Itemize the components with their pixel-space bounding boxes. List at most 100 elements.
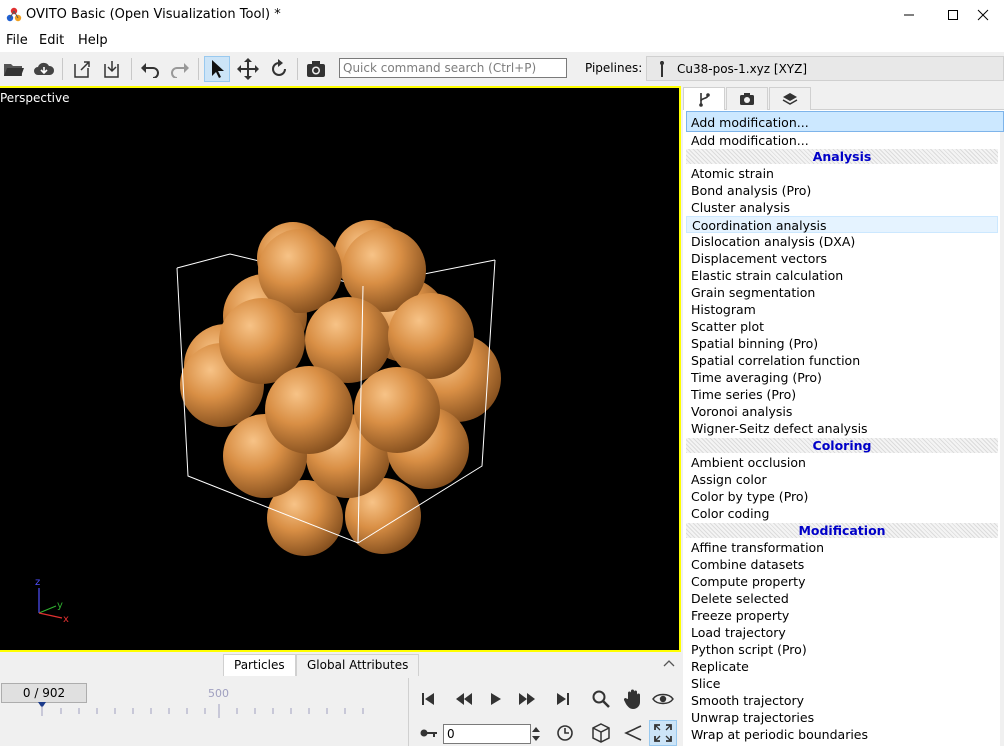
modifier-item-python-script-pro[interactable]: Python script (Pro) [686,641,998,658]
menu-file[interactable]: File [6,33,28,48]
tab-particles[interactable]: Particles [223,654,296,676]
modifier-item-elastic-strain-calculation[interactable]: Elastic strain calculation [686,267,998,284]
tab-pipeline[interactable] [683,87,725,110]
group-header-modification: Modification [686,523,998,538]
tab-render[interactable] [726,87,768,110]
list-item-add-modification[interactable]: Add modification... [686,132,998,149]
modifier-dropdown-list[interactable]: Add modification... Analysis Atomic strai… [686,132,1004,746]
fov-button[interactable] [619,720,647,746]
modifier-item-scatter-plot[interactable]: Scatter plot [686,318,998,335]
save-session-button[interactable] [99,56,125,82]
modifier-item-coordination-analysis[interactable]: Coordination analysis [686,216,998,233]
modifier-item-color-coding[interactable]: Color coding [686,505,998,522]
pipeline-icon [660,61,664,77]
minimize-icon [904,14,914,16]
modifier-item-grain-segmentation[interactable]: Grain segmentation [686,284,998,301]
redo-icon [171,63,189,78]
rotate-mode-button[interactable] [266,56,292,82]
modifier-item-displacement-vectors[interactable]: Displacement vectors [686,250,998,267]
skip-start-icon [422,693,434,705]
modifier-item-wrap-at-periodic-boundaries[interactable]: Wrap at periodic boundaries [686,726,998,743]
modifier-item-load-trajectory[interactable]: Load trajectory [686,624,998,641]
timeline-tick-label: 500 [208,687,229,700]
chevron-up-icon[interactable] [663,659,675,667]
save-icon [104,61,119,78]
quick-command-search-input[interactable] [339,58,567,78]
modifier-item-time-averaging-pro[interactable]: Time averaging (Pro) [686,369,998,386]
camera-icon [307,61,325,77]
key-icon[interactable] [420,728,438,738]
menu-edit[interactable]: Edit [39,33,64,48]
modifier-item-unwrap-trajectories[interactable]: Unwrap trajectories [686,709,998,726]
open-file-button[interactable] [1,56,27,82]
spinner-arrows-icon[interactable] [530,725,542,743]
expand-icon [654,724,672,742]
modifier-item-ambient-occlusion[interactable]: Ambient occlusion [686,454,998,471]
previous-frame-button[interactable] [450,686,478,712]
minimize-button[interactable] [886,0,932,30]
jump-to-start-button[interactable] [414,686,442,712]
modifier-item-dislocation-analysis-dxa[interactable]: Dislocation analysis (DXA) [686,233,998,250]
add-modification-combobox[interactable]: Add modification... [686,111,1004,132]
pick-orbit-center-button[interactable] [587,720,615,746]
modifier-item-bond-analysis-pro[interactable]: Bond analysis (Pro) [686,182,998,199]
animation-timeline[interactable]: 0 / 902 500 [0,678,408,746]
modifier-item-delete-selected[interactable]: Delete selected [686,590,998,607]
load-remote-button[interactable] [31,56,57,82]
magnifier-icon [592,690,610,708]
menu-help[interactable]: Help [78,33,108,48]
close-button[interactable] [962,0,1004,30]
modifier-item-combine-datasets[interactable]: Combine datasets [686,556,998,573]
redo-button[interactable] [167,56,193,82]
play-button[interactable] [482,686,510,712]
cloud-download-icon [34,62,55,75]
animation-settings-clock-icon[interactable] [556,724,574,742]
ovito-window: OVITO Basic (Open Visualization Tool) * … [0,0,1004,746]
selection-mode-button[interactable] [204,56,230,82]
modifier-item-replicate[interactable]: Replicate [686,658,998,675]
timeline-ticks [38,702,364,718]
axis-x-label: x [63,614,69,625]
modifier-item-wigner-seitz-defect-analysis[interactable]: Wigner-Seitz defect analysis [686,420,998,437]
pan-button[interactable] [619,686,647,712]
render-button[interactable] [303,56,329,82]
modifier-item-spatial-binning-pro[interactable]: Spatial binning (Pro) [686,335,998,352]
combo-value: Add modification... [691,115,809,130]
pipeline-selector[interactable]: Cu38-pos-1.xyz [XYZ] [646,56,1004,81]
next-frame-button[interactable] [513,686,541,712]
modifier-item-histogram[interactable]: Histogram [686,301,998,318]
modifier-item-color-by-type-pro[interactable]: Color by type (Pro) [686,488,998,505]
hand-icon [624,689,640,709]
modifier-item-atomic-strain[interactable]: Atomic strain [686,165,998,182]
modifier-item-affine-transformation[interactable]: Affine transformation [686,539,998,556]
modifier-item-time-series-pro[interactable]: Time series (Pro) [686,386,998,403]
perspective-viewport[interactable]: Perspective z y x [0,86,681,652]
move-mode-button[interactable] [235,56,261,82]
undo-button[interactable] [137,56,163,82]
modifier-item-spatial-correlation-function[interactable]: Spatial correlation function [686,352,998,369]
group-header-coloring: Coloring [686,438,998,453]
modifier-item-smooth-trajectory[interactable]: Smooth trajectory [686,692,998,709]
eye-icon [652,693,674,705]
current-frame-spinner[interactable]: 0 [443,724,540,744]
data-inspector-tabs: Particles Global Attributes [0,652,681,676]
play-icon [491,693,501,705]
axis-tripod: z y x [35,577,69,625]
zoom-button[interactable] [587,686,615,712]
list-scrollbar[interactable] [1000,132,1004,746]
orbit-button[interactable] [649,686,677,712]
window-title: OVITO Basic (Open Visualization Tool) * [26,7,281,22]
modifier-item-voronoi-analysis[interactable]: Voronoi analysis [686,403,998,420]
title-bar: OVITO Basic (Open Visualization Tool) * [0,0,1004,30]
modifier-item-freeze-property[interactable]: Freeze property [686,607,998,624]
export-file-button[interactable] [69,56,95,82]
modifier-item-slice[interactable]: Slice [686,675,998,692]
maximize-viewport-button[interactable] [649,720,677,746]
tab-global-attributes[interactable]: Global Attributes [296,654,420,676]
jump-to-end-button[interactable] [549,686,577,712]
modifier-item-assign-color[interactable]: Assign color [686,471,998,488]
modifier-item-compute-property[interactable]: Compute property [686,573,998,590]
modifier-item-cluster-analysis[interactable]: Cluster analysis [686,199,998,216]
tab-overlays[interactable] [769,87,811,110]
cursor-arrow-icon [212,60,224,78]
